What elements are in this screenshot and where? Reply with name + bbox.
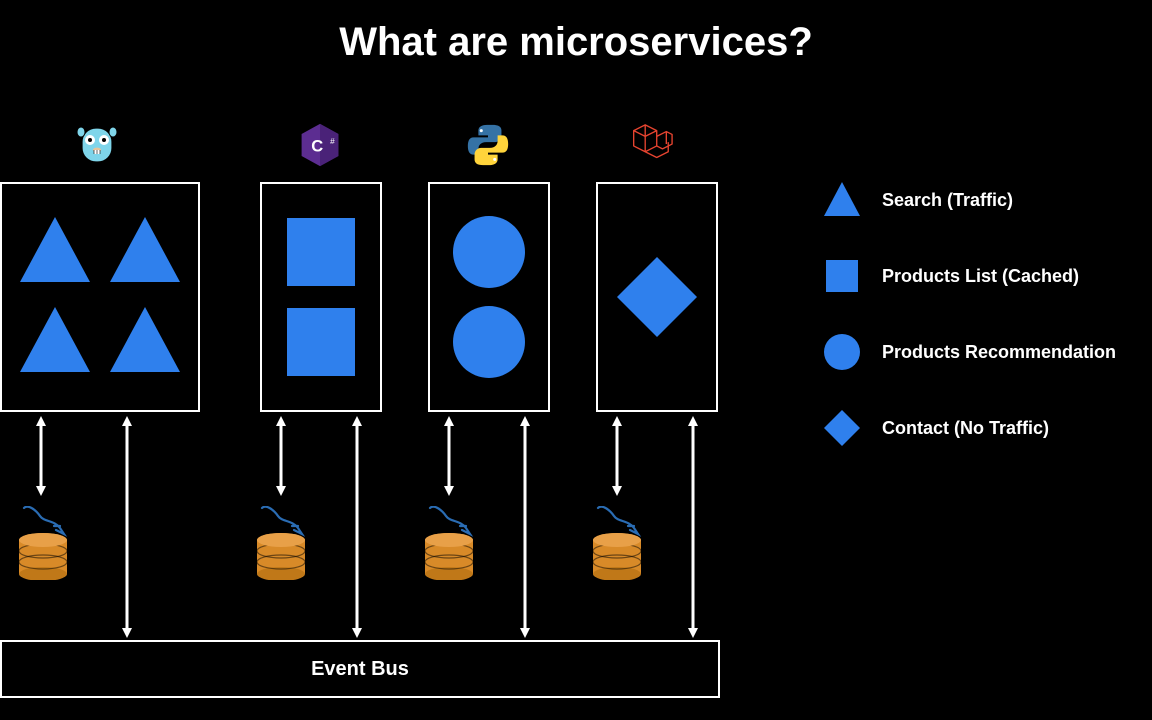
bidir-arrow-icon	[36, 416, 46, 496]
python-icon	[463, 120, 513, 170]
service-box-search	[0, 182, 200, 412]
service-box-products-reco	[428, 182, 550, 412]
mysql-db-icon	[420, 506, 478, 566]
circle-icon	[449, 212, 529, 292]
svg-text:C: C	[311, 136, 323, 155]
triangle-icon	[15, 212, 95, 292]
laravel-icon	[625, 120, 675, 170]
mysql-db-icon	[588, 506, 646, 566]
service-box-products-list	[260, 182, 382, 412]
legend-row-products-list: Products List (Cached)	[822, 256, 1142, 296]
square-icon	[822, 256, 862, 296]
svg-text:#: #	[330, 137, 335, 146]
legend-row-products-reco: Products Recommendation	[822, 332, 1142, 372]
legend-label: Products Recommendation	[882, 342, 1116, 363]
circle-icon	[822, 332, 862, 372]
event-bus-label: Event Bus	[311, 658, 409, 681]
circle-icon	[449, 302, 529, 382]
diamond-icon	[822, 408, 862, 448]
go-gopher-icon	[72, 120, 122, 170]
diagram-stage: C #	[0, 120, 1152, 720]
square-icon	[281, 302, 361, 382]
legend-row-search: Search (Traffic)	[822, 180, 1142, 220]
legend-label: Search (Traffic)	[882, 190, 1013, 211]
bidir-arrow-icon	[444, 416, 454, 496]
bidir-arrow-icon	[352, 416, 362, 638]
bidir-arrow-icon	[520, 416, 530, 638]
square-icon	[281, 212, 361, 292]
event-bus-box: Event Bus	[0, 640, 720, 698]
service-box-contact	[596, 182, 718, 412]
legend: Search (Traffic) Products List (Cached) …	[822, 180, 1142, 484]
slide-title: What are microservices?	[0, 0, 1152, 65]
csharp-icon: C #	[295, 120, 345, 170]
bidir-arrow-icon	[688, 416, 698, 638]
mysql-db-icon	[252, 506, 310, 566]
triangle-icon	[822, 180, 862, 220]
diamond-icon	[612, 252, 702, 342]
legend-label: Products List (Cached)	[882, 266, 1079, 287]
legend-label: Contact (No Traffic)	[882, 418, 1049, 439]
legend-row-contact: Contact (No Traffic)	[822, 408, 1142, 448]
triangle-icon	[105, 212, 185, 292]
triangle-icon	[105, 302, 185, 382]
bidir-arrow-icon	[612, 416, 622, 496]
bidir-arrow-icon	[276, 416, 286, 496]
bidir-arrow-icon	[122, 416, 132, 638]
mysql-db-icon	[14, 506, 72, 566]
triangle-icon	[15, 302, 95, 382]
